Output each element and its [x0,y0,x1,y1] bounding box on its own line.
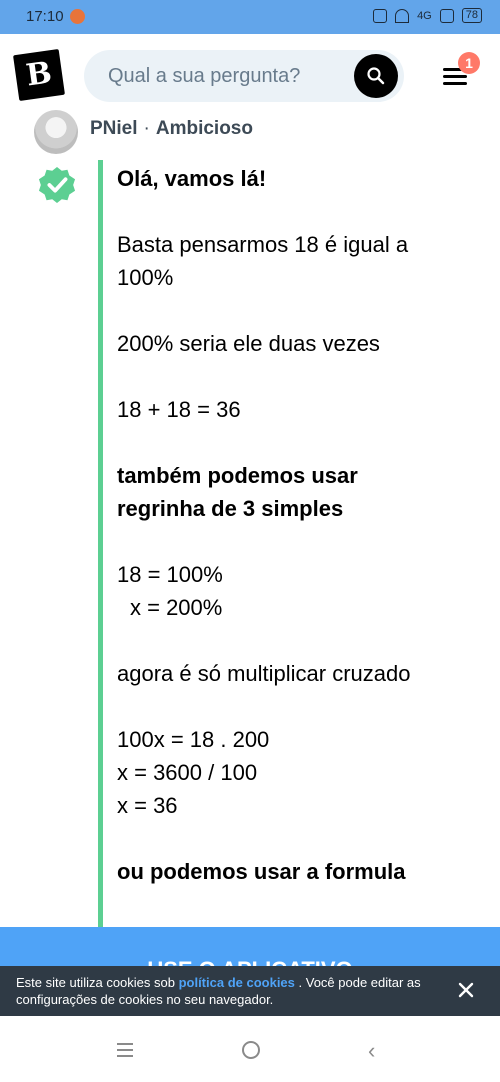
system-navigation-bar: ‹ [0,1016,500,1082]
search-icon [367,67,385,85]
answer-paragraph: ou podemos usar a formula [117,859,406,884]
battery-icon: 78 [461,8,482,23]
answer-paragraph: 18 + 18 = 36 [117,397,241,422]
answer-paragraph: 200% seria ele duas vezes [117,331,380,356]
cookie-text: Este site utiliza cookies sob política d… [16,974,446,1008]
signal-icon [439,8,454,23]
search-bar[interactable]: Qual a sua pergunta? [84,50,404,102]
answer-accent-line [98,160,103,927]
answer-line: x = 36 [117,793,178,818]
search-input[interactable]: Qual a sua pergunta? [108,65,300,88]
author-rank: Ambicioso [155,118,253,139]
status-time: 17:10 [26,8,64,25]
author-name[interactable]: PNiel [90,118,138,139]
answer-greeting: Olá, vamos lá! [117,166,267,191]
separator: · [143,118,150,139]
answer-author: PNiel · Ambicioso [90,118,253,140]
brainly-logo[interactable]: B [13,49,65,101]
close-icon[interactable] [456,980,476,1000]
status-icons: 4G 78 [373,8,482,23]
verified-check-icon [38,166,76,204]
answer-content: Olá, vamos lá! Basta pensarmos 18 é igua… [117,162,477,921]
answer-paragraph: agora é só multiplicar cruzado [117,661,411,686]
cookie-text-before: Este site utiliza cookies sob [16,975,179,990]
answer-line: Basta pensarmos 18 é igual a [117,232,409,257]
answer-line: x = 3600 / 100 [117,760,258,785]
answer-line: x = 200% [130,595,223,620]
home-icon[interactable] [242,1041,260,1059]
app-notification-icon [70,9,85,24]
wifi-icon [395,8,410,23]
answer-line: regrinha de 3 simples [117,496,344,521]
alarm-icon [373,8,388,23]
answer-paragraph: 100x = 18 . 200 x = 3600 / 100 x = 36 [117,723,477,822]
answer-line: também podemos usar [117,463,358,488]
network-label: 4G [417,9,432,22]
recent-apps-icon[interactable] [117,1043,133,1061]
site-header: B Qual a sua pergunta? 1 [0,34,500,116]
notification-badge: 1 [458,52,480,74]
answer-paragraph: Basta pensarmos 18 é igual a 100% [117,228,477,294]
answer-line: 18 = 100% [117,562,223,587]
avatar[interactable] [34,110,78,154]
back-icon[interactable]: ‹ [368,1038,375,1064]
answer-paragraph: 18 = 100% x = 200% [117,558,477,624]
search-button[interactable] [354,54,398,98]
answer-line: 100x = 18 . 200 [117,727,270,752]
status-bar: 17:10 4G 78 [0,0,500,34]
answer-paragraph: também podemos usar regrinha de 3 simples [117,459,477,525]
cookie-policy-link[interactable]: política de cookies [179,975,295,990]
answer-line: 100% [117,265,174,290]
cookie-banner: Este site utiliza cookies sob política d… [0,966,500,1016]
